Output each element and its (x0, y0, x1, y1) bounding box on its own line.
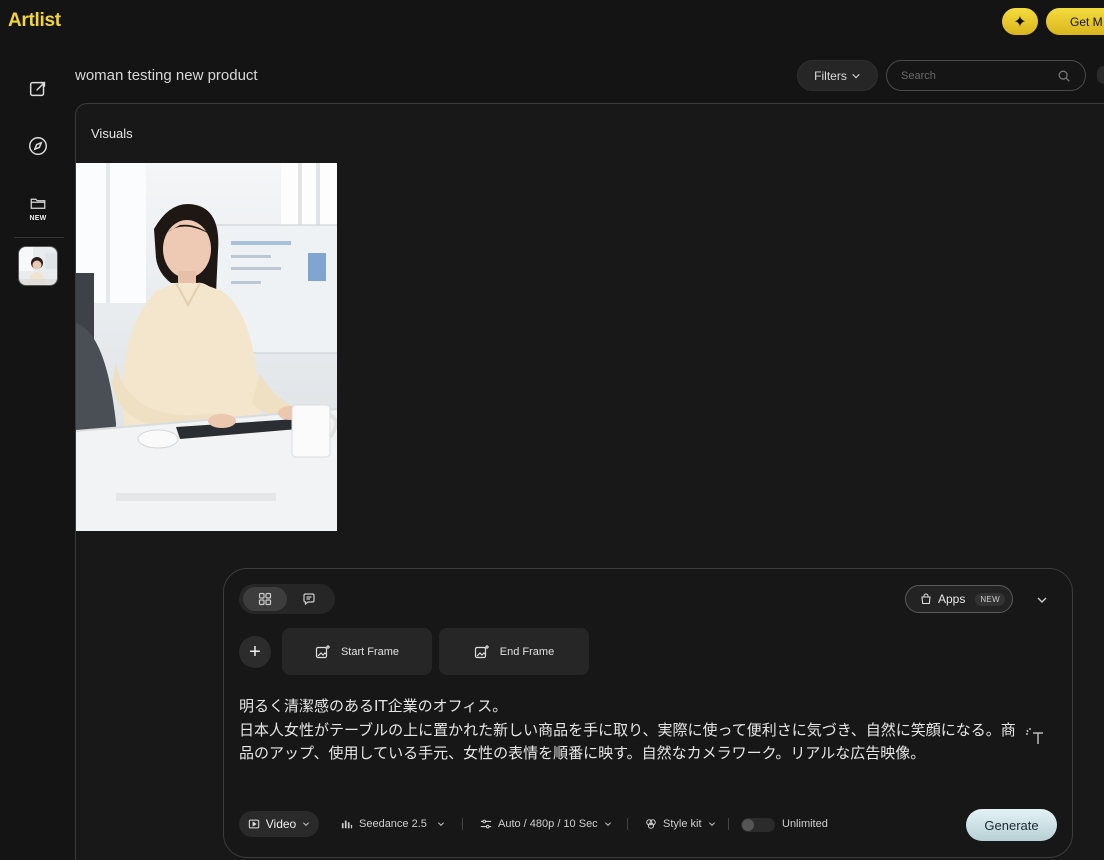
edit-icon (29, 81, 46, 97)
end-frame-label: End Frame (499, 645, 555, 658)
sidebar-item-explore[interactable] (17, 125, 59, 167)
more-options-icon[interactable]: ⋮ (1100, 126, 1104, 139)
chevron-down-icon[interactable] (1035, 593, 1049, 607)
grid-mode-button[interactable] (243, 587, 287, 611)
grid-icon (258, 592, 272, 606)
sidebar-item-library[interactable]: NEW (17, 184, 59, 232)
toggle-knob (742, 819, 754, 831)
video-mode-dropdown[interactable]: Video (239, 811, 319, 837)
filters-button[interactable]: Filters (797, 60, 878, 91)
settings-label: Auto / 480p / 10 Sec (498, 818, 598, 830)
project-thumbnail[interactable] (18, 246, 58, 286)
add-button[interactable]: + (239, 636, 271, 668)
section-title: Visuals (91, 126, 133, 141)
search-icon[interactable] (1057, 69, 1071, 83)
unlimited-toggle[interactable] (741, 818, 775, 832)
sparkle-icon: ✦ (1013, 13, 1027, 31)
start-frame-button[interactable]: Start Frame (282, 628, 432, 675)
sliders-icon (480, 819, 492, 829)
chevron-down-icon (708, 822, 715, 827)
style-kit-label: Style kit (663, 818, 702, 830)
chevron-down-icon (604, 822, 611, 827)
page-title: woman testing new product (75, 67, 258, 84)
search-input[interactable] (901, 67, 1051, 85)
separator (728, 818, 729, 830)
apps-button[interactable]: Apps NEW (905, 585, 1013, 613)
sidebar: NEW (0, 44, 75, 860)
filters-label: Filters (814, 68, 847, 83)
chat-mode-button[interactable] (287, 587, 331, 611)
bars-icon (341, 820, 353, 829)
folder-icon (30, 198, 46, 209)
artlist-logo[interactable]: Artlist (8, 10, 61, 32)
video-label: Video (265, 817, 297, 831)
more-button[interactable] (1097, 66, 1104, 84)
generate-button[interactable]: Generate (966, 809, 1057, 841)
apps-new-badge: NEW (975, 592, 1005, 606)
palette-icon (646, 819, 656, 829)
start-frame-label: Start Frame (340, 645, 400, 658)
apps-label: Apps (938, 592, 966, 606)
generated-visual[interactable] (76, 163, 337, 531)
unlimited-label: Unlimited (782, 818, 828, 830)
model-label: Seedance 2.5 (359, 818, 427, 830)
get-more-button[interactable]: Get M (1046, 8, 1104, 35)
add-image-icon (474, 644, 489, 658)
separator (627, 818, 628, 830)
search-box (886, 60, 1086, 91)
end-frame-button[interactable]: End Frame (439, 628, 589, 675)
bag-icon (921, 593, 931, 605)
sparkle-button[interactable]: ✦ (1002, 8, 1038, 35)
chevron-down-icon (852, 73, 860, 78)
mode-toggle (239, 584, 335, 614)
style-kit-dropdown[interactable]: Style kit (645, 811, 716, 837)
add-image-icon (315, 644, 330, 658)
settings-dropdown[interactable]: Auto / 480p / 10 Sec (480, 811, 612, 837)
chevron-down-icon (437, 822, 444, 827)
model-dropdown[interactable]: Seedance 2.5 (341, 811, 445, 837)
prompt-textarea[interactable]: 明るく清潔感のあるIT企業のオフィス。 日本人女性がテーブルの上に置かれた新しい… (239, 695, 1019, 766)
chat-icon (303, 593, 315, 606)
video-icon (248, 819, 259, 829)
chevron-down-icon (303, 822, 310, 827)
sidebar-divider (14, 237, 64, 238)
sidebar-item-edit[interactable] (17, 68, 59, 110)
new-badge: NEW (29, 215, 47, 222)
text-style-icon[interactable] (1024, 726, 1046, 746)
plus-icon: + (249, 640, 261, 663)
compass-icon (29, 137, 47, 155)
separator (462, 818, 463, 830)
